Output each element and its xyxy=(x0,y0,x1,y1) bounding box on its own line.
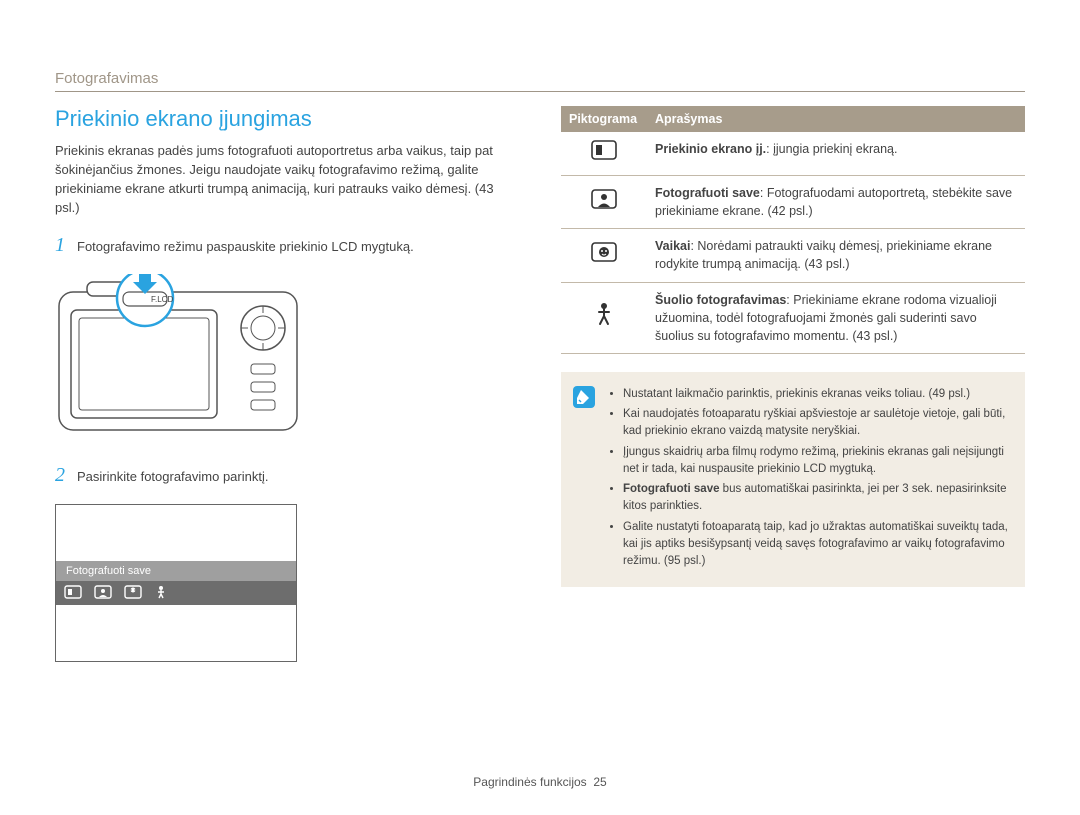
section-header: Fotografavimas xyxy=(55,70,1025,87)
left-column: Priekinio ekrano įjungimas Priekinis ekr… xyxy=(55,106,519,662)
step-2-number: 2 xyxy=(55,461,65,490)
camera-figure: F.LCD xyxy=(55,274,519,437)
table-row: Priekinio ekrano įj.: įjungia priekinį e… xyxy=(561,132,1025,176)
jump-shot-icon xyxy=(154,585,168,602)
intro-text: Priekinis ekranas padės jums fotografuot… xyxy=(55,142,519,217)
info-note-box: Nustatant laikmačio parinktis, priekinis… xyxy=(561,372,1025,588)
page-title: Priekinio ekrano įjungimas xyxy=(55,106,519,132)
front-lcd-on-icon xyxy=(561,132,647,176)
step-1: 1 Fotografavimo režimu paspauskite priek… xyxy=(55,231,519,260)
divider xyxy=(55,91,1025,92)
step-2-text: Pasirinkite fotografavimo parinktį. xyxy=(77,468,268,487)
table-desc: Vaikai: Norėdami patraukti vaikų dėmesį,… xyxy=(647,229,1025,282)
self-shot-icon xyxy=(94,585,112,602)
step-1-text: Fotografavimo režimu paspauskite priekin… xyxy=(77,238,414,257)
self-shot-icon xyxy=(561,176,647,229)
table-head-desc: Aprašymas xyxy=(647,106,1025,132)
flcd-label: F.LCD xyxy=(151,295,173,304)
info-item: Nustatant laikmačio parinktis, priekinis… xyxy=(623,386,1011,403)
icon-description-table: Piktograma Aprašymas Priekinio ekrano įj… xyxy=(561,106,1025,354)
page-footer: Pagrindinės funkcijos 25 xyxy=(0,775,1080,789)
table-desc: Fotografuoti save: Fotografuodami autopo… xyxy=(647,176,1025,229)
info-item: Fotografuoti save bus automatiškai pasir… xyxy=(623,481,1011,516)
info-item: Įjungus skaidrių arba filmų rodymo režim… xyxy=(623,444,1011,479)
table-row: Šuolio fotografavimas: Priekiniame ekran… xyxy=(561,282,1025,353)
screen-option-row xyxy=(56,581,296,605)
screen-selected-label: Fotografuoti save xyxy=(56,561,296,581)
info-item: Galite nustatyti fotoaparatą taip, kad j… xyxy=(623,519,1011,571)
info-item: Kai naudojatės fotoaparatu ryškiai apšvi… xyxy=(623,406,1011,441)
note-icon xyxy=(573,386,595,408)
children-icon xyxy=(124,585,142,602)
table-row: Fotografuoti save: Fotografuodami autopo… xyxy=(561,176,1025,229)
table-desc: Priekinio ekrano įj.: įjungia priekinį e… xyxy=(647,132,1025,176)
table-desc: Šuolio fotografavimas: Priekiniame ekran… xyxy=(647,282,1025,353)
right-column: Piktograma Aprašymas Priekinio ekrano įj… xyxy=(561,106,1025,662)
table-row: Vaikai: Norėdami patraukti vaikų dėmesį,… xyxy=(561,229,1025,282)
children-icon xyxy=(561,229,647,282)
step-2: 2 Pasirinkite fotografavimo parinktį. xyxy=(55,461,519,490)
screen-figure: Fotografuoti save xyxy=(55,504,297,662)
jump-shot-icon xyxy=(561,282,647,353)
front-lcd-on-icon xyxy=(64,585,82,602)
step-1-number: 1 xyxy=(55,231,65,260)
table-head-icon: Piktograma xyxy=(561,106,647,132)
